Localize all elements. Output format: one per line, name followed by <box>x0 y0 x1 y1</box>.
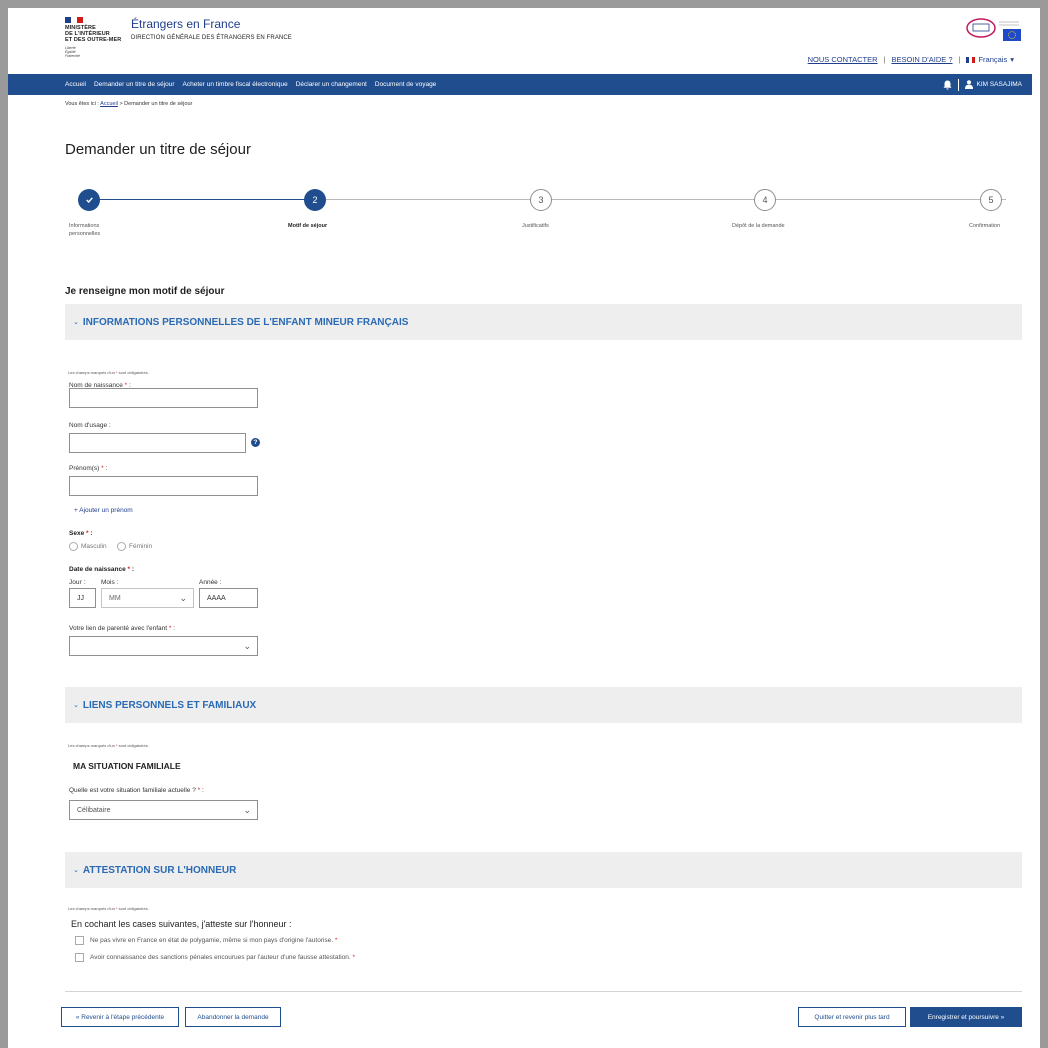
chevron-down-icon: ⌄ <box>243 641 251 651</box>
family-situation-label: Quelle est votre situation familiale act… <box>69 787 204 794</box>
chevron-down-icon: ⌄ <box>73 867 79 874</box>
step-1-circle <box>78 189 100 211</box>
language-label: Français <box>978 55 1008 64</box>
divider <box>65 991 1022 992</box>
nav-item-titre-sejour[interactable]: Demander un titre de séjour <box>94 81 175 88</box>
step-5-label: Confirmation <box>969 223 1001 229</box>
step-1-label: Informations personnelles <box>69 223 101 237</box>
relation-select[interactable]: ⌄ <box>69 636 258 656</box>
stepper-line-todo <box>322 199 1006 200</box>
save-continue-button[interactable]: Enregistrer et poursuivre » <box>910 1007 1022 1027</box>
year-input[interactable]: AAAA <box>199 588 258 608</box>
section-toggle-child-info[interactable]: ⌄ INFORMATIONS PERSONNELLES DE L'ENFANT … <box>65 304 1022 340</box>
ministry-logo[interactable]: MINISTÈRE DE L'INTÉRIEUR ET DES OUTRE-ME… <box>65 25 121 43</box>
checkbox-label: Ne pas vivre en France en état de polyga… <box>90 937 338 944</box>
step-4-label: Dépôt de la demande <box>732 223 785 229</box>
stepper-line-done <box>97 199 311 200</box>
radio-masculin[interactable]: Masculin <box>69 542 107 551</box>
separator: | <box>883 55 886 64</box>
required-note: Les champs marqués d'un * sont obligatoi… <box>68 743 149 748</box>
language-select[interactable]: Français ▾ <box>966 55 1014 64</box>
day-label: Jour : <box>69 579 86 586</box>
step-3-label: Justificatifs <box>522 223 549 229</box>
year-label: Année : <box>199 579 222 586</box>
radio-feminin[interactable]: Féminin <box>117 542 152 551</box>
day-input[interactable]: JJ <box>69 588 96 608</box>
page-title: Demander un titre de séjour <box>65 141 251 158</box>
nav-divider <box>958 78 960 91</box>
nav-item-document-voyage[interactable]: Document de voyage <box>375 81 436 88</box>
abandon-button[interactable]: Abandonner la demande <box>185 1007 281 1027</box>
breadcrumb-home-link[interactable]: Accueil <box>100 101 118 107</box>
firstname-label: Prénom(s) * : <box>69 465 108 472</box>
nav-item-timbre-fiscal[interactable]: Acheter un timbre fiscal électronique <box>183 81 288 88</box>
step-3-circle: 3 <box>530 189 552 211</box>
header-links: NOUS CONTACTER | BESOIN D'AIDE ? | Franç… <box>808 55 1014 64</box>
main-nav: Accueil Demander un titre de séjour Ache… <box>8 74 1032 95</box>
section-title: INFORMATIONS PERSONNELLES DE L'ENFANT MI… <box>82 316 409 328</box>
back-button[interactable]: « Revenir à l'étape précédente <box>61 1007 179 1027</box>
page: MINISTÈRE DE L'INTÉRIEUR ET DES OUTRE-ME… <box>8 8 1040 1048</box>
checkbox-polygamy[interactable]: Ne pas vivre en France en état de polyga… <box>75 936 337 945</box>
firstname-input[interactable] <box>69 476 258 496</box>
republic-motto: Liberté Égalité Fraternité <box>65 46 80 58</box>
save-later-button[interactable]: Quitter et revenir plus tard <box>798 1007 906 1027</box>
french-flag-icon <box>65 17 83 23</box>
radio-circle <box>69 542 78 551</box>
bell-icon[interactable] <box>943 80 952 90</box>
header: MINISTÈRE DE L'INTÉRIEUR ET DES OUTRE-ME… <box>8 8 1032 72</box>
month-select[interactable]: MM ⌄ <box>101 588 194 608</box>
help-link[interactable]: BESOIN D'AIDE ? <box>891 55 952 64</box>
add-firstname-link[interactable]: + Ajouter un prénom <box>74 507 133 514</box>
chevron-down-icon: ⌄ <box>243 805 251 815</box>
help-icon[interactable]: ? <box>251 438 260 447</box>
checkbox-penalties[interactable]: Avoir connaissance des sanctions pénales… <box>75 953 355 962</box>
chevron-down-icon: ⌄ <box>73 319 79 326</box>
chevron-down-icon: ▾ <box>1010 55 1014 64</box>
site-title[interactable]: Étrangers en France <box>131 17 240 31</box>
site-subtitle: DIRECTION GÉNÉRALE DES ÉTRANGERS EN FRAN… <box>131 35 292 41</box>
relation-label: Votre lien de parenté avec l'enfant * : <box>69 625 176 632</box>
fami-eu-logo-icon <box>966 18 1021 41</box>
month-label: Mois : <box>101 579 119 586</box>
usage-name-label: Nom d'usage : <box>69 422 111 429</box>
sex-label: Sexe * : <box>69 530 93 537</box>
birthdate-label: Date de naissance * : <box>69 566 135 573</box>
required-note: Les champs marqués d'un * sont obligatoi… <box>68 370 149 375</box>
attestation-lead: En cochant les cases suivantes, j'attest… <box>71 919 292 929</box>
nav-user-area: KIM SASAJIMA <box>943 74 1022 95</box>
french-flag-icon <box>966 56 976 63</box>
breadcrumb-current: > Demander un titre de séjour <box>119 101 193 107</box>
checkbox-label: Avoir connaissance des sanctions pénales… <box>90 954 356 961</box>
nav-item-accueil[interactable]: Accueil <box>65 81 86 88</box>
usage-name-input[interactable] <box>69 433 246 453</box>
nav-item-declarer-changement[interactable]: Déclarer un changement <box>296 81 367 88</box>
check-icon <box>85 197 93 203</box>
separator: | <box>958 55 961 64</box>
breadcrumb: Vous êtes ici : Accueil > Demander un ti… <box>65 101 193 107</box>
section-title: LIENS PERSONNELS ET FAMILIAUX <box>82 699 257 711</box>
birth-name-input[interactable] <box>69 388 258 408</box>
checkbox-box <box>75 936 84 945</box>
contact-link[interactable]: NOUS CONTACTER <box>808 55 878 64</box>
chevron-down-icon: ⌄ <box>73 702 79 709</box>
user-name: KIM SASAJIMA <box>976 81 1022 88</box>
step-2-label: Motif de séjour <box>288 223 328 229</box>
user-icon <box>965 80 974 89</box>
required-note: Les champs marqués d'un * sont obligatoi… <box>68 906 149 911</box>
section-toggle-family-links[interactable]: ⌄ LIENS PERSONNELS ET FAMILIAUX <box>65 687 1022 723</box>
step-2-circle: 2 <box>304 189 326 211</box>
form-intro-heading: Je renseigne mon motif de séjour <box>65 286 225 297</box>
section-title: ATTESTATION SUR L'HONNEUR <box>82 864 237 876</box>
family-situation-select[interactable]: Célibataire ⌄ <box>69 800 258 820</box>
radio-circle <box>117 542 126 551</box>
step-5-circle: 5 <box>980 189 1002 211</box>
user-menu[interactable]: KIM SASAJIMA <box>965 80 1022 89</box>
family-situation-heading: MA SITUATION FAMILIALE <box>73 761 181 771</box>
chevron-down-icon: ⌄ <box>179 593 187 603</box>
section-toggle-attestation[interactable]: ⌄ ATTESTATION SUR L'HONNEUR <box>65 852 1022 888</box>
checkbox-box <box>75 953 84 962</box>
step-4-circle: 4 <box>754 189 776 211</box>
